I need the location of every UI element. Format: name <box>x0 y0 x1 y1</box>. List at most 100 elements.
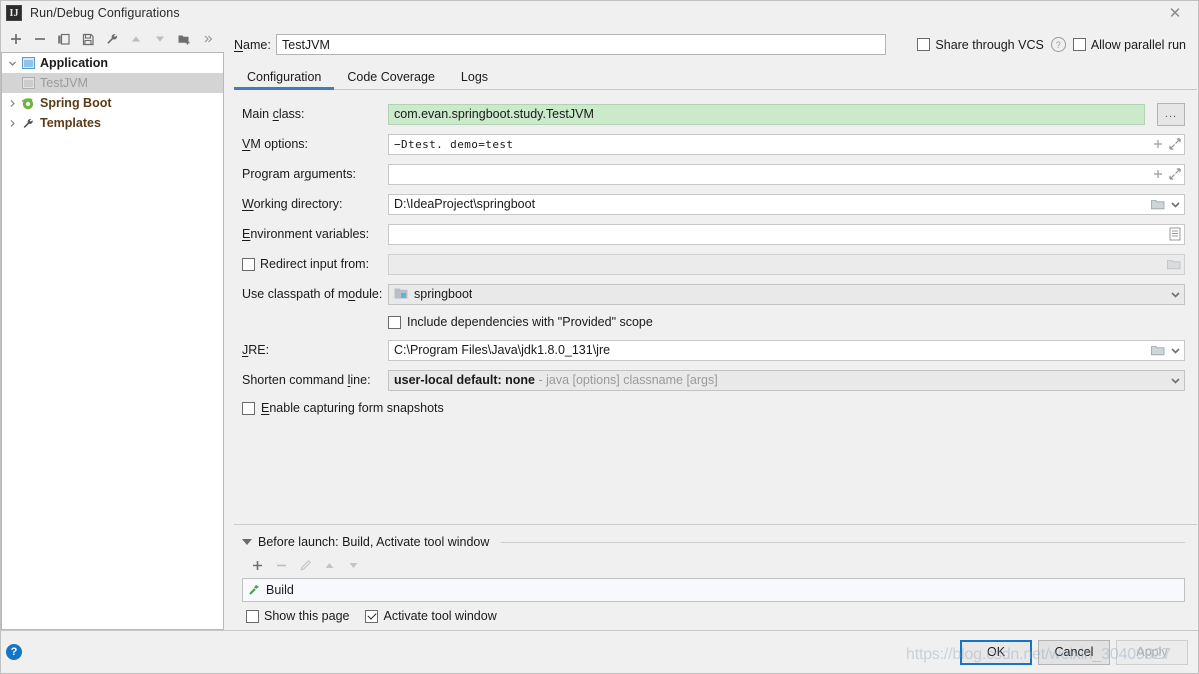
question-circle-icon[interactable]: ? <box>1050 37 1066 52</box>
right-panel: Name: TestJVM Share through VCS ? Allow … <box>224 25 1198 630</box>
chevron-down-icon[interactable] <box>1170 375 1181 386</box>
triangle-down-icon[interactable] <box>242 539 252 545</box>
working-directory-row: Working directory: D:\IdeaProject\spring… <box>234 189 1197 219</box>
main-class-input[interactable]: com.evan.springboot.study.TestJVM <box>388 103 1145 125</box>
ok-button[interactable]: OK <box>960 639 1032 665</box>
window-title: Run/Debug Configurations <box>30 6 180 20</box>
redirect-input-checkbox[interactable]: Redirect input from: <box>242 257 388 271</box>
tree-item-application[interactable]: Application <box>2 53 223 73</box>
expand-icon[interactable] <box>1169 168 1181 180</box>
main-class-row: Main class: com.evan.springboot.study.Te… <box>234 99 1197 129</box>
include-provided-label: Include dependencies with "Provided" sco… <box>407 315 653 329</box>
tree-item-testjvm[interactable]: TestJVM <box>2 73 223 93</box>
tree-item-label: Templates <box>40 116 101 130</box>
chevron-right-icon[interactable] <box>4 119 20 128</box>
tree-item-spring-boot[interactable]: Spring Boot <box>2 93 223 113</box>
ellipsis-icon[interactable]: ... <box>1157 102 1185 126</box>
list-icon[interactable] <box>1169 227 1181 241</box>
jre-input[interactable]: C:\Program Files\Java\jdk1.8.0_131\jre <box>388 339 1185 361</box>
application-icon <box>20 55 36 71</box>
help-circle-icon[interactable]: ? <box>6 644 22 660</box>
arrow-down-icon[interactable] <box>148 27 172 51</box>
wrench-icon[interactable] <box>100 27 124 51</box>
checkbox-box[interactable] <box>242 401 255 415</box>
arrow-up-icon[interactable] <box>318 554 340 576</box>
chevron-double-right-icon[interactable] <box>196 27 220 51</box>
jre-label: JRE: <box>242 343 270 357</box>
working-directory-value: D:\IdeaProject\springboot <box>394 197 536 211</box>
enable-capturing-label: Enable capturing form snapshots <box>261 401 444 415</box>
remove-task-button[interactable] <box>270 554 292 576</box>
plus-icon[interactable] <box>1152 168 1164 180</box>
environment-variables-input[interactable] <box>388 223 1185 245</box>
use-classpath-of-module-row: Use classpath of module: springboot <box>234 279 1197 309</box>
environment-variables-icons <box>1169 225 1181 244</box>
chevron-down-icon[interactable] <box>1170 345 1181 356</box>
shorten-command-line-combo[interactable]: user-local default: none - java [options… <box>388 369 1185 391</box>
save-icon[interactable] <box>76 27 100 51</box>
folder-icon[interactable] <box>1151 198 1165 210</box>
vm-options-icons <box>1152 135 1181 154</box>
add-task-button[interactable] <box>246 554 268 576</box>
allow-parallel-run-label: Allow parallel run <box>1090 37 1186 52</box>
shorten-command-line-label: Shorten command line: <box>242 373 371 387</box>
share-through-vcs-checkbox[interactable]: Share through VCS <box>917 38 1044 52</box>
cancel-button[interactable]: Cancel <box>1038 639 1110 665</box>
application-icon <box>20 75 36 91</box>
enable-capturing-form-snapshots-checkbox[interactable]: Enable capturing form snapshots <box>234 395 1197 421</box>
close-icon[interactable]: ✕ <box>1152 1 1198 25</box>
before-launch-task-row[interactable]: Build <box>242 578 1185 602</box>
activate-tool-window-label: Activate tool window <box>383 609 497 623</box>
remove-configuration-button[interactable] <box>28 27 52 51</box>
main-class-value: com.evan.springboot.study.TestJVM <box>394 107 594 121</box>
plus-icon[interactable] <box>1152 138 1164 150</box>
before-launch-section: Before launch: Build, Activate tool wind… <box>234 525 1197 630</box>
shorten-command-line-value: user-local default: none <box>394 373 535 387</box>
pencil-icon[interactable] <box>294 554 316 576</box>
name-input[interactable]: TestJVM <box>276 34 886 55</box>
checkbox-box[interactable] <box>388 315 401 329</box>
tab-bar: Configuration Code Coverage Logs <box>234 63 1197 90</box>
expand-icon[interactable] <box>1169 138 1181 150</box>
checkbox-box[interactable] <box>242 257 255 271</box>
include-provided-checkbox[interactable]: Include dependencies with "Provided" sco… <box>234 309 1197 335</box>
allow-parallel-run-checkbox[interactable]: Allow parallel run <box>1072 37 1186 52</box>
wrench-icon <box>20 115 36 131</box>
checkbox-box[interactable] <box>1072 38 1086 51</box>
before-launch-header[interactable]: Before launch: Build, Activate tool wind… <box>242 535 1197 549</box>
tree-item-label: Spring Boot <box>40 96 112 110</box>
vm-options-input[interactable]: −Dtest. demo=test <box>388 133 1185 155</box>
activate-tool-window-checkbox[interactable]: Activate tool window <box>365 609 497 623</box>
tree-item-templates[interactable]: Templates <box>2 113 223 133</box>
configurations-tree[interactable]: Application TestJVM Spring Boot Template… <box>1 52 224 630</box>
show-this-page-label: Show this page <box>264 609 350 623</box>
arrow-up-icon[interactable] <box>124 27 148 51</box>
use-classpath-of-module-icons <box>1170 285 1181 304</box>
folder-icon <box>1167 258 1181 270</box>
chevron-down-icon[interactable] <box>1170 289 1181 300</box>
add-configuration-button[interactable] <box>4 27 28 51</box>
new-folder-icon[interactable] <box>172 27 196 51</box>
program-arguments-input[interactable] <box>388 163 1185 185</box>
folder-icon[interactable] <box>1151 344 1165 356</box>
tab-configuration[interactable]: Configuration <box>234 70 335 90</box>
run-debug-configurations-dialog: IJ Run/Debug Configurations ✕ Applicatio… <box>0 0 1199 674</box>
tab-code-coverage[interactable]: Code Coverage <box>334 70 448 89</box>
jre-row: JRE: C:\Program Files\Java\jdk1.8.0_131\… <box>234 335 1197 365</box>
arrow-down-icon[interactable] <box>342 554 364 576</box>
name-label: Name: <box>234 37 271 52</box>
name-row-options: Share through VCS ? Allow parallel run <box>917 37 1198 52</box>
chevron-right-icon[interactable] <box>4 99 20 108</box>
checkbox-box[interactable] <box>365 609 379 623</box>
show-this-page-checkbox[interactable]: Show this page <box>246 609 349 623</box>
use-classpath-of-module-combo[interactable]: springboot <box>388 283 1185 305</box>
chevron-down-icon[interactable] <box>1170 199 1181 210</box>
chevron-down-icon[interactable] <box>4 59 20 68</box>
copy-icon[interactable] <box>52 27 76 51</box>
checkbox-box[interactable] <box>917 38 931 51</box>
tree-item-label: TestJVM <box>40 76 88 90</box>
redirect-input-field <box>388 253 1185 275</box>
checkbox-box[interactable] <box>246 609 259 623</box>
tab-logs[interactable]: Logs <box>448 70 501 89</box>
working-directory-input[interactable]: D:\IdeaProject\springboot <box>388 193 1185 215</box>
